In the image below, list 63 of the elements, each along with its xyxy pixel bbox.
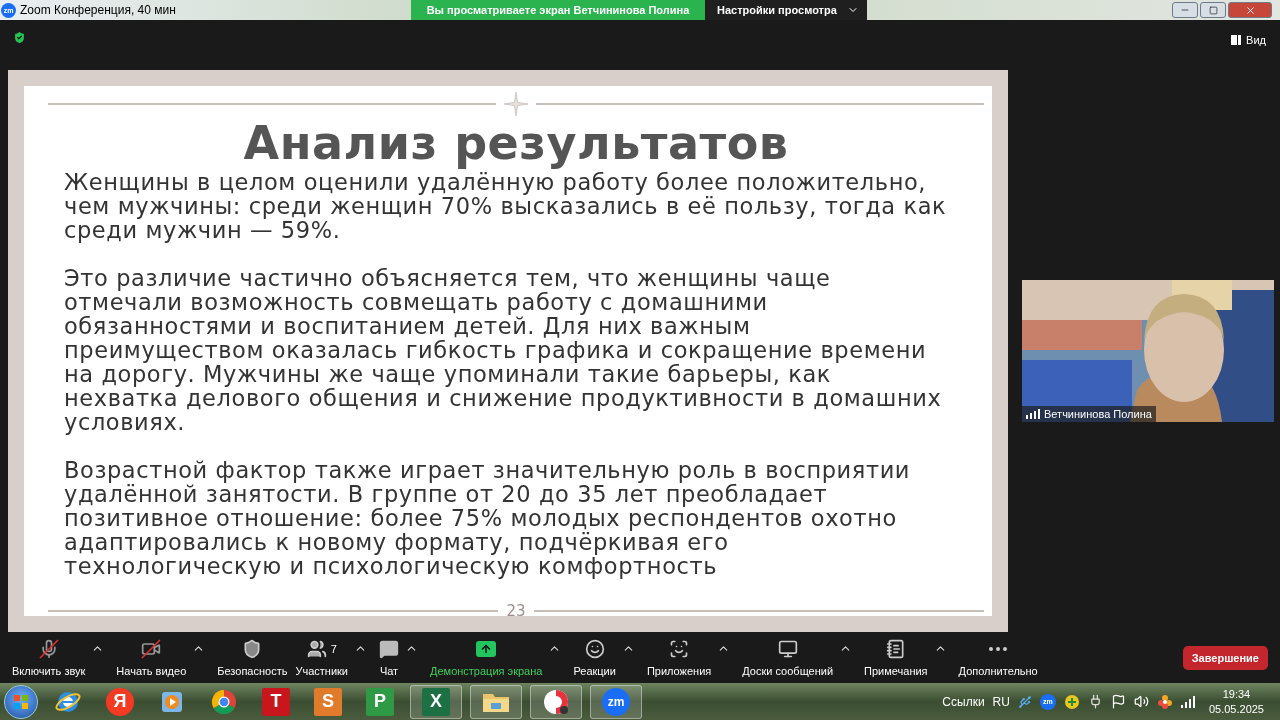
slide-title: Анализ результатов: [242, 116, 790, 170]
restore-icon: [1208, 5, 1218, 15]
people-icon: [306, 638, 327, 659]
app-icon: X: [422, 687, 450, 716]
slide-paragraph: Женщины в целом оценили удалённую работу более положительно, чем мужчины: среди женщин 70% высказались в её пользу, тогда как среди мужчин — 59%.: [64, 170, 948, 242]
links-toolbar[interactable]: Ссылки: [942, 694, 985, 709]
participant-name-tag: Ветчининова Полина: [1022, 406, 1156, 422]
toolbar-button[interactable]: Включить звук: [8, 638, 90, 677]
notes-icon: [885, 638, 906, 659]
signal-icon: [1180, 695, 1195, 708]
star-ornament-icon: [504, 92, 528, 116]
language-indicator[interactable]: RU: [992, 694, 1010, 709]
view-button[interactable]: Вид: [1227, 30, 1270, 50]
taskbar-app[interactable]: X: [410, 684, 462, 719]
flag-icon: [1110, 694, 1126, 709]
app-icon: zm: [602, 687, 630, 716]
page-number: 23: [506, 602, 526, 620]
toolbar-button[interactable]: Безопасность: [213, 638, 292, 677]
app-icon: Я: [106, 687, 134, 716]
view-settings-button[interactable]: Настройки просмотра: [705, 0, 867, 20]
apps-icon: [669, 638, 690, 659]
speaker-icon: [1133, 694, 1149, 709]
flower-icon: [1156, 693, 1173, 710]
window-title: Zoom Конференция, 40 мин: [20, 3, 176, 17]
end-meeting-button[interactable]: Завершение: [1182, 645, 1268, 670]
toolbar-button[interactable]: Дополнительно: [954, 638, 1042, 677]
taskbar-app[interactable]: [530, 684, 582, 719]
minimize-button[interactable]: [1172, 2, 1198, 18]
more-icon: [989, 646, 1008, 651]
usb-icon: [1017, 694, 1032, 709]
whiteboard-icon: [777, 638, 798, 659]
app-icon: T: [262, 687, 290, 716]
app-icon: P: [366, 687, 394, 716]
toolbar-button[interactable]: Приложения: [642, 638, 716, 677]
yandex-browser-icon: [542, 687, 570, 716]
toolbar-button[interactable]: Примечания: [860, 638, 932, 677]
toolbar-button[interactable]: Начать видео: [112, 638, 191, 677]
chrome-icon: [210, 687, 238, 716]
plus-circle-icon: [1063, 693, 1080, 710]
toolbar-button[interactable]: 7 Участники: [291, 638, 352, 677]
clock: 19:34 05.05.2025: [1208, 686, 1264, 717]
slide-paragraph: Это различие частично объясняется тем, что женщины чаще отмечали возможность совмещать работу с домашними обязанностями и воспитанием детей. Для них важным преимуществом оказалась гибкость графика и сокращение времени на дорогу. Мужчины же чаще упоминали такие барьеры, как нехватка делового общения и снижение продуктивности в домашних условиях.: [64, 266, 943, 434]
toolbar-button[interactable]: Чат: [375, 638, 403, 677]
taskbar-app[interactable]: P: [358, 684, 402, 719]
slide-paragraph: Возрастной фактор также играет значительную роль в восприятии удалённой занятости. В группе от 20 до 35 лет преобладает позитивное отношение: более 75% молодых респондентов охотно адаптировались к новому формату, подчёркивая его технологическую и психологическую комфортность: [64, 458, 912, 578]
taskbar-app[interactable]: zm: [590, 684, 642, 719]
toolbar-button[interactable]: Демонстрация экрана: [426, 638, 547, 677]
taskbar-app[interactable]: Я: [98, 684, 142, 719]
share-screen-icon: [476, 640, 497, 657]
shield-icon: [242, 638, 263, 659]
share-banner: Вы просматриваете экран Ветчининова Полина: [411, 0, 705, 20]
app-icon: S: [314, 687, 342, 716]
toolbar-button[interactable]: Реакции: [569, 638, 620, 677]
chat-icon: [379, 638, 399, 659]
view-layout-icon: [1231, 34, 1242, 46]
shield-check-icon: [12, 30, 27, 45]
restore-button[interactable]: [1200, 2, 1226, 18]
taskbar-app[interactable]: T: [254, 684, 298, 719]
toolbar-button[interactable]: Доски сообщений: [738, 638, 838, 677]
smiley-icon: [584, 638, 605, 659]
close-icon: [1244, 4, 1256, 16]
start-button[interactable]: [4, 684, 38, 719]
signal-bars-icon: [1026, 409, 1040, 419]
